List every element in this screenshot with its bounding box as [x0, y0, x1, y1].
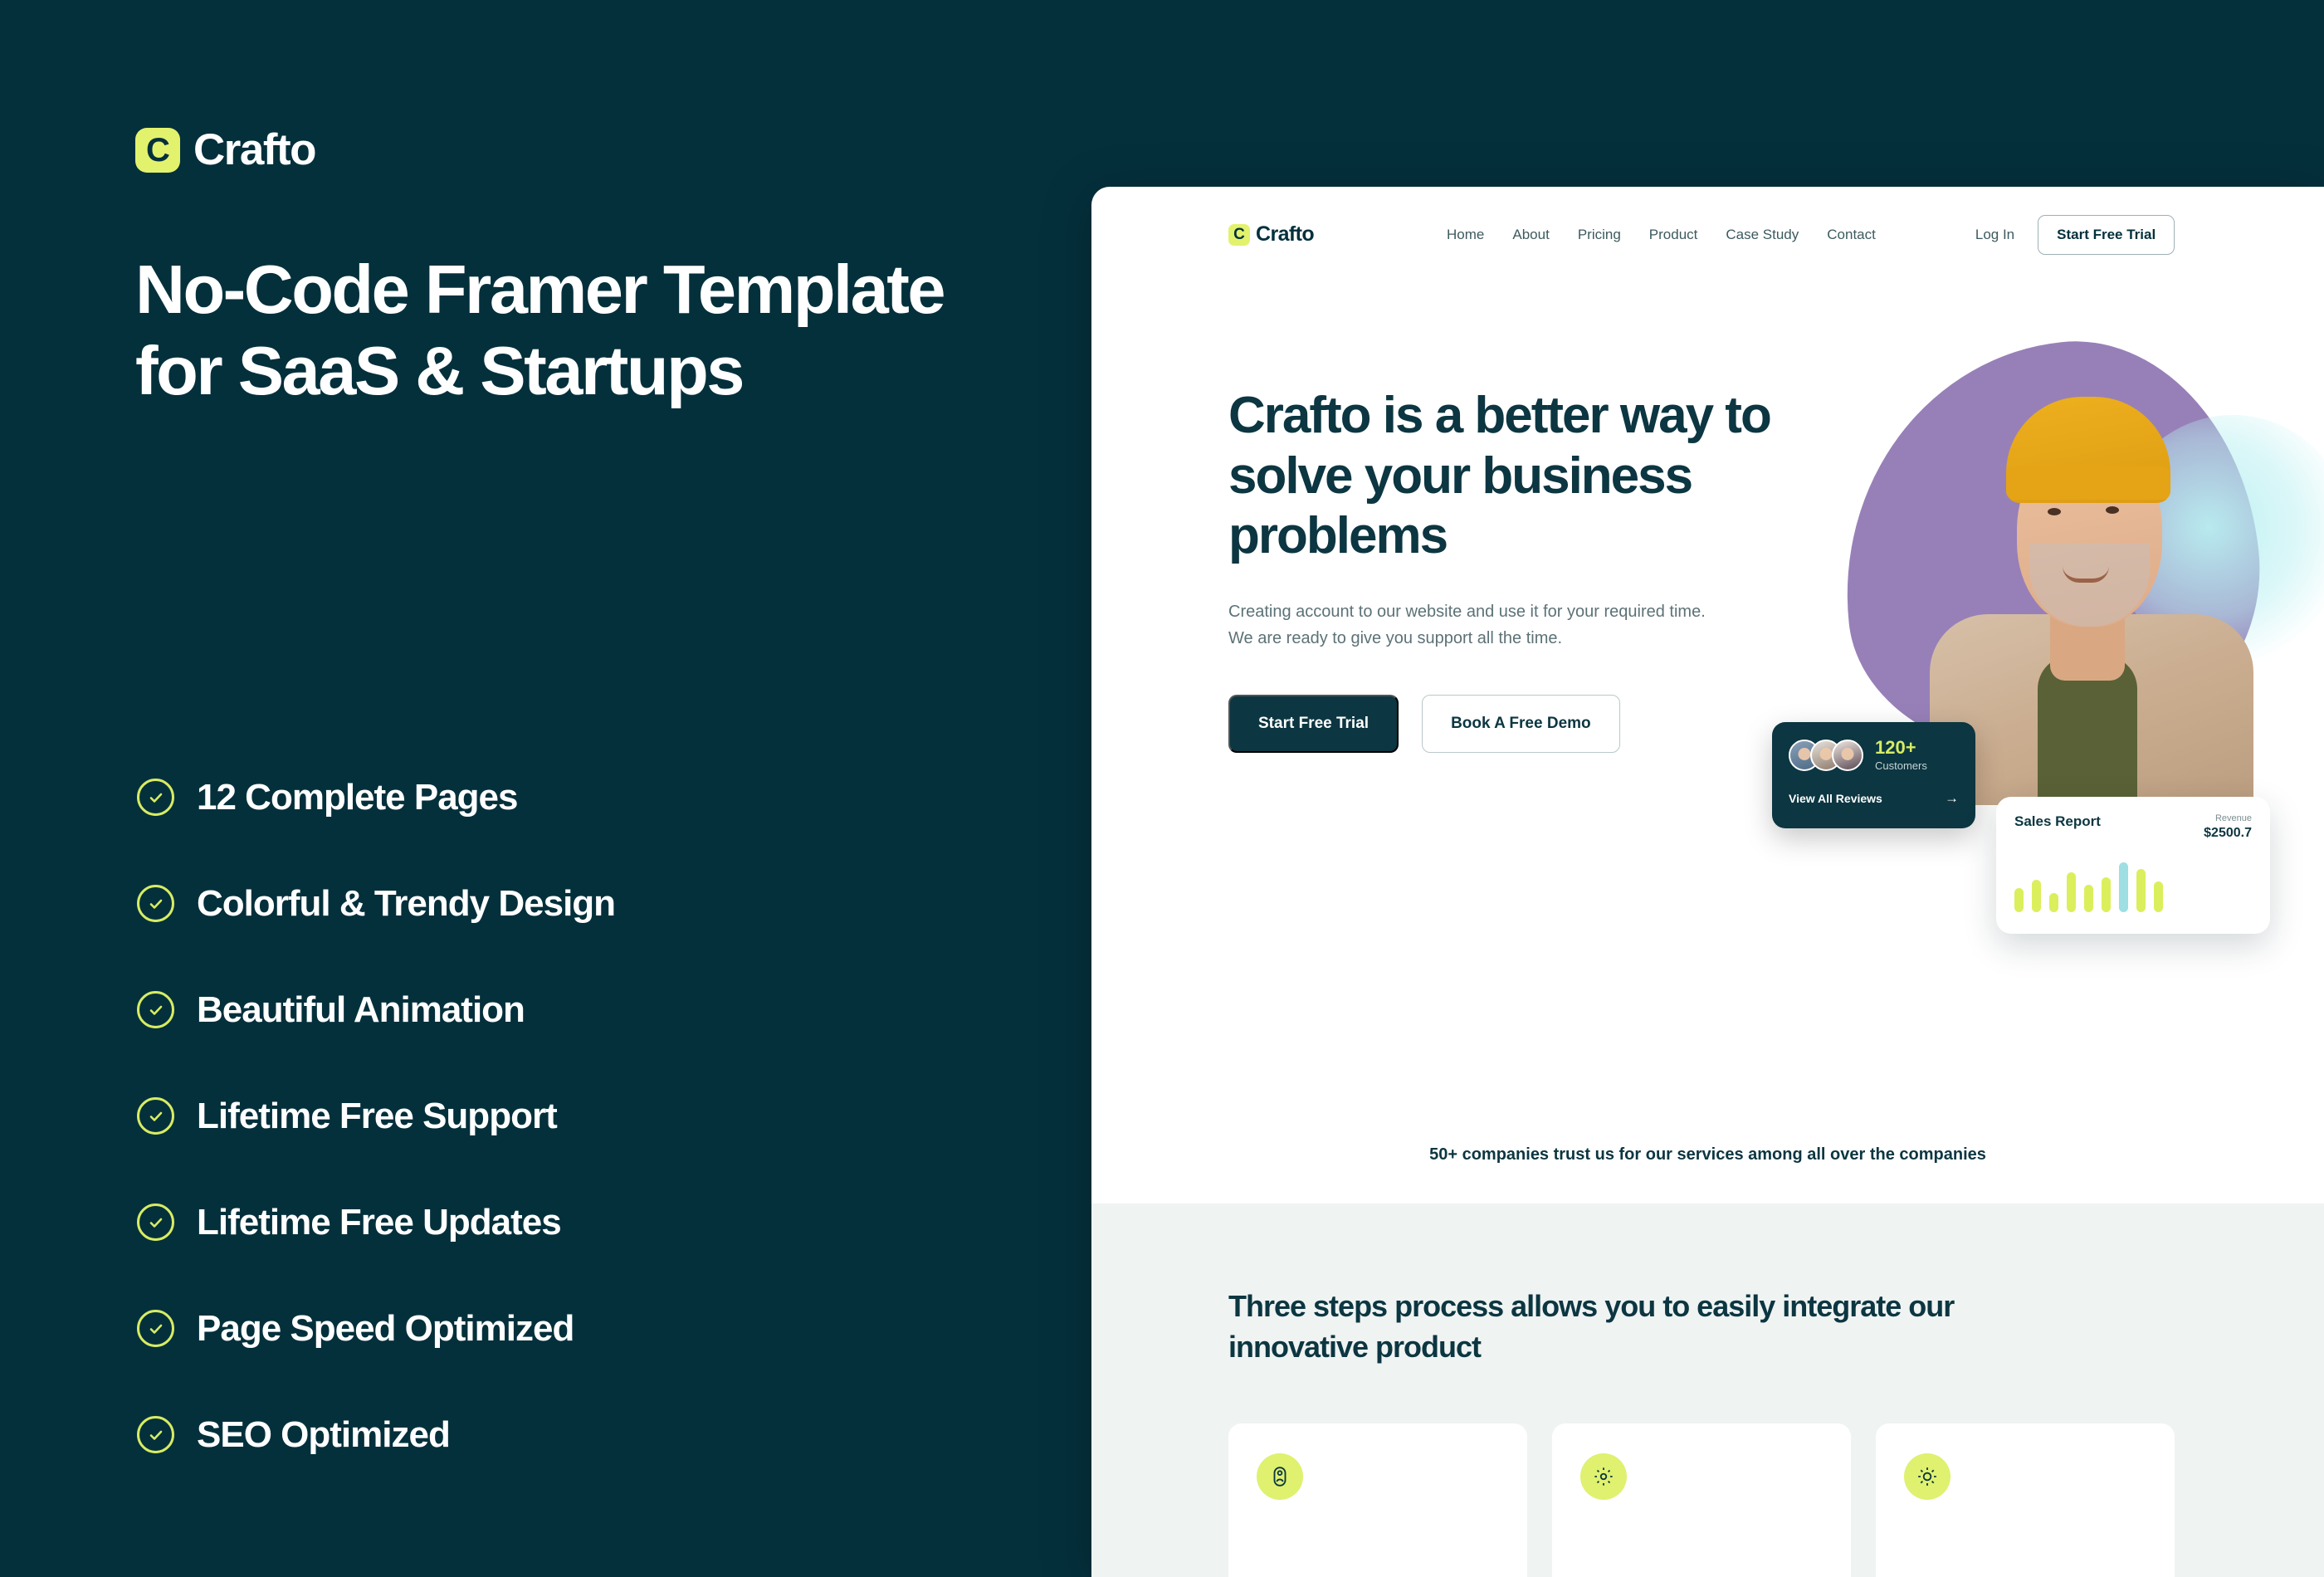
feature-label: Lifetime Free Updates: [197, 1201, 562, 1243]
trust-heading: 50+ companies trust us for our services …: [1429, 1145, 1986, 1164]
feature-label: Beautiful Animation: [197, 989, 525, 1030]
feature-item: Page Speed Optimized: [137, 1299, 1008, 1358]
check-circle-icon: [137, 779, 174, 816]
feature-item: SEO Optimized: [137, 1405, 1008, 1464]
chart-bar: [2136, 869, 2146, 912]
hero-photo-man-with-beanie: [1905, 340, 2262, 805]
check-circle-icon: [137, 1310, 174, 1347]
feature-item: Lifetime Free Support: [137, 1086, 1008, 1145]
revenue-label: Revenue: [2214, 813, 2252, 823]
chart-bar: [2032, 879, 2041, 912]
nav-item-about[interactable]: About: [1512, 227, 1549, 243]
site-brand-name: Crafto: [1256, 222, 1315, 246]
view-all-reviews-link[interactable]: View All Reviews: [1789, 792, 1882, 805]
revenue-value: $2500.7: [2204, 826, 2252, 840]
feature-label: Page Speed Optimized: [197, 1307, 574, 1349]
sales-report-header: Sales Report Revenue $2500.7: [2014, 813, 2252, 841]
sales-report-title: Sales Report: [2014, 813, 2101, 829]
feature-item: Colorful & Trendy Design: [137, 874, 1008, 933]
step-cards: [1228, 1423, 2175, 1577]
site-logo[interactable]: C Crafto: [1228, 222, 1315, 247]
chart-bar: [2084, 885, 2093, 912]
nav-item-home[interactable]: Home: [1447, 227, 1484, 243]
website-preview: C Crafto Home About Pricing Product Case…: [1091, 187, 2324, 1577]
nav-item-pricing[interactable]: Pricing: [1578, 227, 1621, 243]
chart-bar: [2049, 892, 2058, 912]
lightbulb-icon: [1904, 1453, 1950, 1500]
gear-icon: [1580, 1453, 1627, 1500]
customers-summary: 120+ Customers: [1789, 737, 1959, 773]
view-all-reviews-row[interactable]: View All Reviews →: [1789, 790, 1959, 807]
feature-label: Lifetime Free Support: [197, 1095, 558, 1136]
avatar-group: [1789, 739, 1863, 771]
sales-report-card: Sales Report Revenue $2500.7: [1996, 797, 2270, 934]
steps-heading: Three steps process allows you to easily…: [1228, 1289, 1955, 1364]
promo-title: No-Code Framer Template for SaaS & Start…: [135, 251, 946, 409]
nav-start-free-trial-button[interactable]: Start Free Trial: [2038, 214, 2175, 255]
check-circle-icon: [137, 1204, 174, 1241]
customers-reviews-card[interactable]: 120+ Customers View All Reviews →: [1772, 722, 1975, 828]
site-navbar: C Crafto Home About Pricing Product Case…: [1091, 187, 2324, 282]
check-circle-icon: [137, 1097, 174, 1135]
chart-bar: [2119, 862, 2128, 912]
feature-item: 12 Complete Pages: [137, 768, 1008, 827]
promo-brand: C Crafto: [135, 124, 317, 175]
step-card-2[interactable]: [1552, 1423, 1851, 1577]
feature-list: 12 Complete Pages Colorful & Trendy Desi…: [137, 768, 1008, 1511]
chart-bar: [2102, 876, 2111, 912]
promo-brand-name: Crafto: [193, 125, 317, 174]
step-card-3[interactable]: [1876, 1423, 2175, 1577]
avatar: [1832, 739, 1863, 771]
hero-book-demo-button[interactable]: Book A Free Demo: [1422, 695, 1620, 754]
check-circle-icon: [137, 991, 174, 1028]
nav-item-case-study[interactable]: Case Study: [1726, 227, 1799, 243]
hero-subtext: Creating account to our website and use …: [1228, 602, 1706, 647]
hero-heading: Crafto is a better way to solve your bus…: [1228, 387, 1772, 565]
nav-actions: Log In Start Free Trial: [1975, 214, 2175, 255]
hero-start-free-trial-button[interactable]: Start Free Trial: [1228, 695, 1399, 754]
screenshot-root: C Crafto No-Code Framer Template for Saa…: [0, 0, 2324, 1577]
nav-links: Home About Pricing Product Case Study Co…: [1447, 227, 1876, 243]
nav-item-product[interactable]: Product: [1649, 227, 1698, 243]
hero-buttons: Start Free Trial Book A Free Demo: [1228, 695, 1776, 754]
sales-bar-chart: [2014, 856, 2252, 912]
feature-item: Beautiful Animation: [137, 980, 1008, 1039]
feature-label: 12 Complete Pages: [197, 776, 518, 818]
user-icon: [1257, 1453, 1303, 1500]
feature-item: Lifetime Free Updates: [137, 1193, 1008, 1252]
login-link[interactable]: Log In: [1975, 227, 2014, 243]
customer-count-label: Customers: [1875, 759, 1927, 773]
arrow-right-icon: →: [1945, 790, 1959, 807]
nav-item-contact[interactable]: Contact: [1827, 227, 1876, 243]
promo-panel: C Crafto No-Code Framer Template for Saa…: [0, 0, 1091, 1577]
step-card-1[interactable]: [1228, 1423, 1527, 1577]
chart-bar: [2067, 872, 2076, 912]
crafto-logo-icon: C: [135, 127, 180, 173]
chart-bar: [2154, 881, 2163, 912]
feature-label: Colorful & Trendy Design: [197, 882, 616, 924]
check-circle-icon: [137, 1416, 174, 1453]
trust-strip: 50+ companies trust us for our services …: [1091, 1145, 2324, 1204]
three-steps-section: Three steps process allows you to easily…: [1091, 1204, 2324, 1577]
feature-label: SEO Optimized: [197, 1413, 451, 1455]
check-circle-icon: [137, 885, 174, 922]
crafto-logo-icon: C: [1228, 223, 1250, 246]
chart-bar: [2014, 888, 2024, 912]
customer-count: 120+: [1875, 737, 1916, 758]
hero-copy: Crafto is a better way to solve your bus…: [1228, 386, 1776, 754]
hero-section: Crafto is a better way to solve your bus…: [1091, 282, 2324, 1204]
